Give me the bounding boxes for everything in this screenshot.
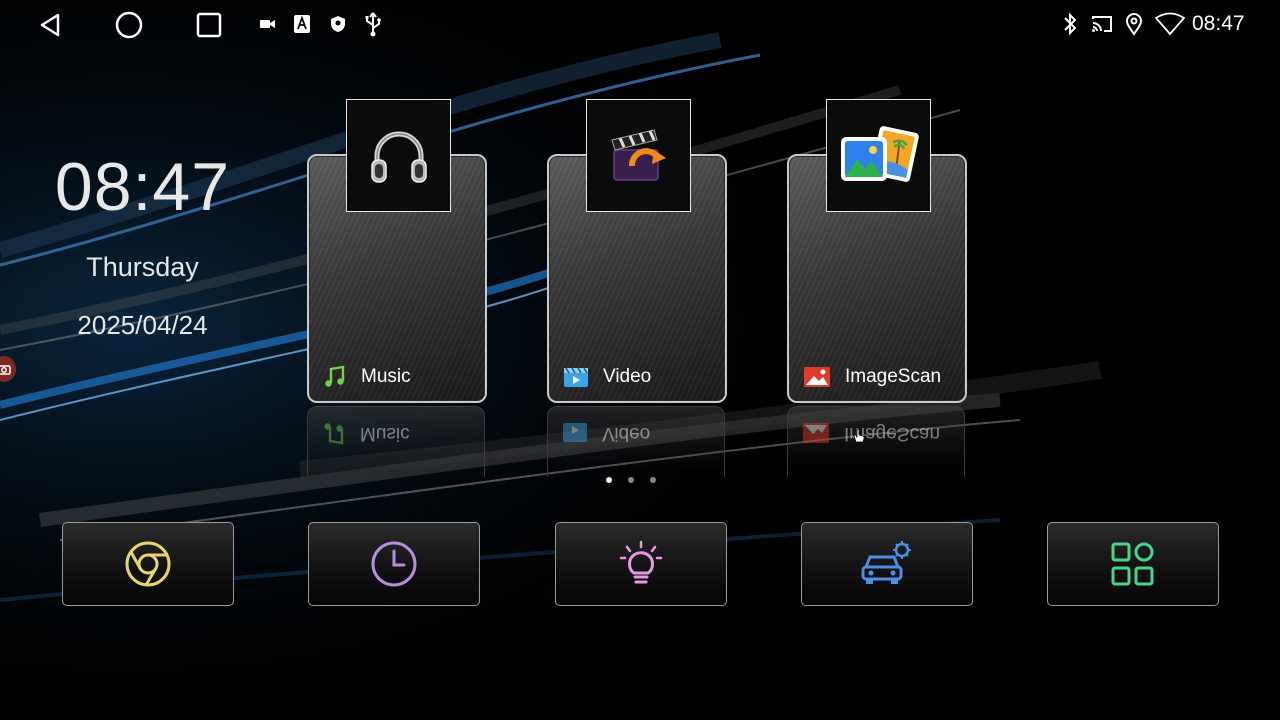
cast-icon [1090,11,1114,37]
clock-date: 2025/04/24 [77,310,208,340]
clapperboard-icon [610,128,666,181]
music-thumbnail [346,99,451,212]
camera-icon [0,365,11,375]
dock-clock-button[interactable] [308,522,480,606]
chrome-icon [125,541,171,587]
wifi-icon [1153,11,1187,37]
imagescan-reflection: ImageScan [787,406,965,477]
music-reflection: Music [307,406,485,477]
home-button[interactable] [112,8,146,42]
video-thumbnail [586,99,691,212]
dock-car-settings-button[interactable] [801,522,973,606]
headphones-icon [370,131,427,183]
photos-icon [840,125,919,182]
page-dot-3[interactable] [650,477,656,483]
usb-icon [362,11,384,37]
image-icon [803,423,829,443]
location-icon [1124,11,1144,37]
camera-icon [259,11,277,37]
page-dot-1[interactable] [606,477,612,483]
back-icon [40,13,60,37]
dock-lighting-button[interactable] [555,522,727,606]
card-label-row: Music [323,365,411,389]
video-reflection: Video [547,406,725,477]
app-label-music: Music [361,366,411,387]
dock-all-apps-button[interactable] [1047,522,1219,606]
hand-cursor-icon [853,428,865,443]
status-time: 08:47 [1192,12,1245,35]
recents-icon [196,12,222,38]
video-icon [563,423,587,442]
recents-button[interactable] [192,8,226,42]
card-label-row: ImageScan [803,365,941,389]
car-settings-icon [861,541,911,584]
reflection-label: Video [602,423,651,444]
back-button[interactable] [33,8,67,42]
page-dot-2[interactable] [628,477,634,483]
image-icon [804,367,830,387]
shield-icon [329,11,347,37]
font-icon [292,11,312,37]
card-label-row: Video [563,365,651,389]
app-label-imagescan: ImageScan [845,366,942,387]
lightbulb-icon [619,540,663,584]
apps-grid-icon [1111,542,1154,586]
home-icon [115,11,143,39]
dock-chrome-button[interactable] [62,522,234,606]
video-icon [564,367,588,387]
music-note-icon [325,365,345,387]
music-note-icon [324,423,344,445]
page-indicator [606,477,656,483]
imagescan-thumbnail [826,99,931,212]
reflection-label: Music [360,423,410,444]
clock-day: Thursday [86,252,199,282]
app-label-video: Video [603,366,652,387]
clock-icon [371,541,417,587]
bluetooth-icon [1061,11,1079,37]
clock-time: 08:47 [54,149,231,225]
